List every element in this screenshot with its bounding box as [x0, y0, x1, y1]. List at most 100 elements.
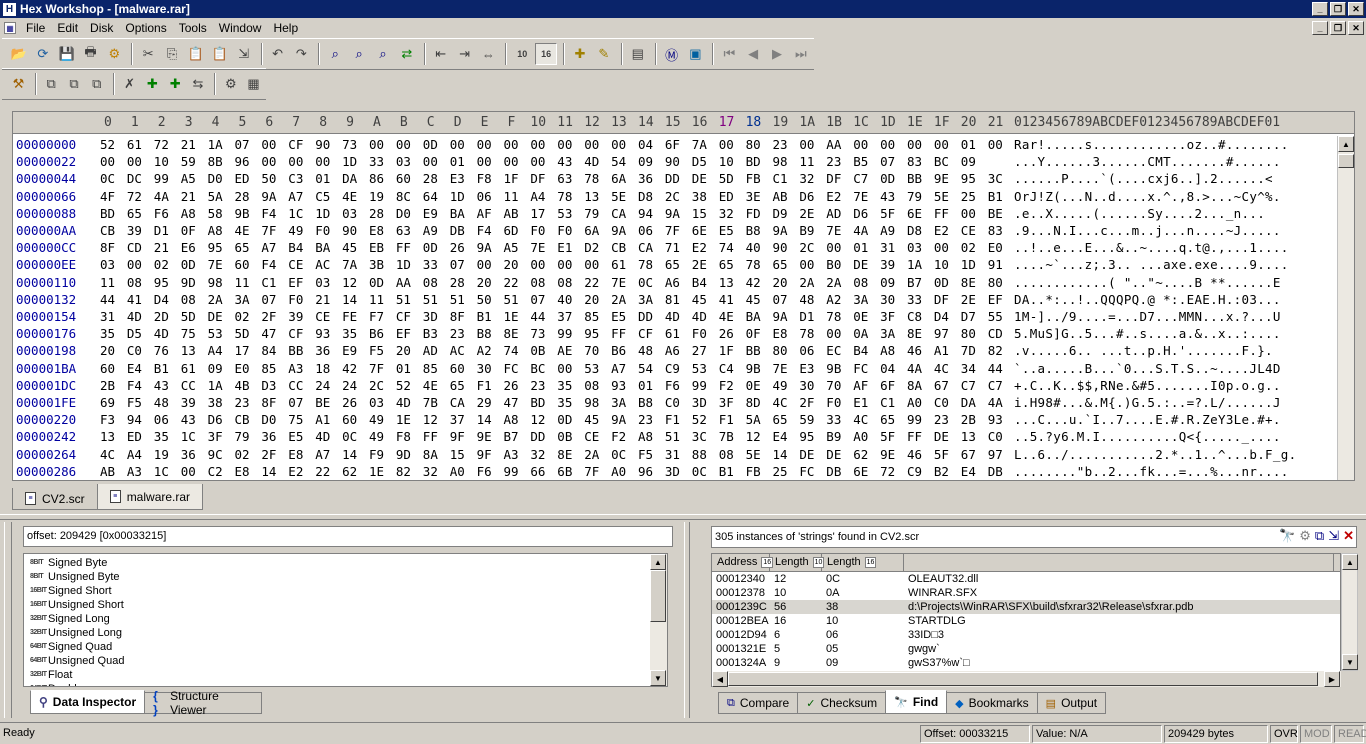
- bookmark-note-icon[interactable]: ✎: [593, 43, 615, 65]
- hex-byte[interactable]: 60: [235, 256, 250, 274]
- hex-byte[interactable]: 3A: [611, 394, 626, 412]
- hex-byte[interactable]: 7A: [692, 136, 707, 154]
- hex-byte[interactable]: 72: [127, 188, 142, 206]
- hex-byte[interactable]: 3B: [369, 256, 384, 274]
- hex-byte[interactable]: 21: [154, 239, 169, 257]
- hex-byte[interactable]: 4E: [342, 188, 357, 206]
- hex-byte[interactable]: 2E: [692, 256, 707, 274]
- hex-byte[interactable]: ED: [235, 170, 250, 188]
- hex-byte[interactable]: 20: [504, 256, 519, 274]
- hex-byte[interactable]: 90: [665, 153, 680, 171]
- hex-byte[interactable]: 1D: [315, 205, 330, 223]
- hex-row-ascii[interactable]: ..T..[B.{...0...0...1>....D..."Mg[.m: [1014, 480, 1296, 481]
- hex-byte[interactable]: 30: [880, 291, 895, 309]
- hex-byte[interactable]: 07: [261, 291, 276, 309]
- inspector-list[interactable]: 8BIT Signed Byte 8BIT Unsigned Byte 16BIT Sig…: [23, 553, 668, 687]
- hex-byte[interactable]: 27: [692, 342, 707, 360]
- hex-byte[interactable]: 95: [208, 239, 223, 257]
- hex-byte[interactable]: 5F: [880, 428, 895, 446]
- hex-byte[interactable]: 8A: [907, 377, 922, 395]
- hex-byte[interactable]: 6B: [557, 463, 572, 480]
- hex-byte[interactable]: 93: [988, 411, 1003, 429]
- hex-byte[interactable]: 3F: [880, 308, 895, 326]
- find-column-header[interactable]: Address 16: [712, 554, 774, 571]
- hex-byte[interactable]: 44: [988, 360, 1003, 378]
- hex-byte[interactable]: 35: [342, 325, 357, 343]
- hex-byte[interactable]: C8: [907, 308, 922, 326]
- replace-icon[interactable]: ⇄: [396, 43, 418, 65]
- hex-byte[interactable]: DB: [208, 480, 223, 481]
- hex-byte[interactable]: 79: [235, 428, 250, 446]
- hex-byte[interactable]: 4D: [154, 325, 169, 343]
- cut-icon[interactable]: ✂: [137, 43, 159, 65]
- tab-compare[interactable]: ⧉ Compare: [718, 692, 799, 714]
- hex-byte[interactable]: 48: [799, 291, 814, 309]
- hex-byte[interactable]: 4A: [853, 222, 868, 240]
- hex-byte[interactable]: 4E: [719, 308, 734, 326]
- hex-byte[interactable]: 25: [961, 188, 976, 206]
- find-results-table[interactable]: Address 16 Length 10 Length 16 00012340 12 0C OL…: [711, 553, 1341, 687]
- hex-byte[interactable]: F0: [692, 325, 707, 343]
- last-icon[interactable]: ⏭: [790, 43, 812, 65]
- hex-byte[interactable]: A7: [288, 188, 303, 206]
- hex-byte[interactable]: 15: [450, 446, 465, 464]
- hex-byte[interactable]: 35: [557, 394, 572, 412]
- hex-byte[interactable]: 54: [154, 480, 169, 481]
- hex-byte[interactable]: B8: [746, 222, 761, 240]
- hex-byte[interactable]: AE: [557, 342, 572, 360]
- hex-byte[interactable]: F0: [826, 394, 841, 412]
- hex-byte[interactable]: 0C: [611, 446, 626, 464]
- hex-byte[interactable]: 78: [557, 188, 572, 206]
- hex-byte[interactable]: 00: [799, 256, 814, 274]
- menu-tools[interactable]: Tools: [173, 21, 213, 35]
- hex-byte[interactable]: 3D: [665, 463, 680, 480]
- hex-byte[interactable]: CC: [181, 377, 196, 395]
- scroll-down-icon[interactable]: ▼: [650, 670, 666, 686]
- hex-byte[interactable]: 00: [450, 136, 465, 154]
- hex-byte[interactable]: BC: [934, 153, 949, 171]
- hex-byte[interactable]: CF: [638, 325, 653, 343]
- hex-byte[interactable]: 43: [880, 188, 895, 206]
- hex-byte[interactable]: 5E: [934, 188, 949, 206]
- hex-byte[interactable]: 2A: [826, 274, 841, 292]
- hex-row[interactable]: 000001BA 60 E4 B1 61 09 E0 85 A3 18 42 7F 01 85 60 30 FC…: [13, 360, 1333, 378]
- find-replace-icon[interactable]: ⚙: [1299, 528, 1311, 544]
- hex-byte[interactable]: 1E: [369, 463, 384, 480]
- hex-byte[interactable]: 1D: [342, 153, 357, 171]
- hex-byte[interactable]: 26: [719, 325, 734, 343]
- hex-byte[interactable]: FF: [907, 428, 922, 446]
- hex-byte[interactable]: 3A: [235, 291, 250, 309]
- hex-byte[interactable]: 67: [907, 480, 922, 481]
- hex-byte[interactable]: 5D: [181, 308, 196, 326]
- hex-byte[interactable]: 7E: [208, 256, 223, 274]
- hex-byte[interactable]: 00: [477, 153, 492, 171]
- hex-byte[interactable]: 43: [181, 411, 196, 429]
- hex-byte[interactable]: 21: [315, 291, 330, 309]
- doc-system-icon[interactable]: ▦: [4, 22, 16, 34]
- hex-byte[interactable]: 95: [154, 274, 169, 292]
- hex-byte[interactable]: 33: [826, 411, 841, 429]
- hex-byte[interactable]: F5: [369, 342, 384, 360]
- hex-byte[interactable]: FE: [342, 308, 357, 326]
- copy-compare-icon[interactable]: ⧉: [64, 73, 85, 95]
- hex-row-ascii[interactable]: .v.....6.. ...t..p.H.'.......F.}.: [1014, 342, 1273, 360]
- find-result-row[interactable]: 0001239C 56 38 d:\Projects\WinRAR\SFX\build…: [712, 600, 1340, 614]
- hex-byte[interactable]: 39: [880, 256, 895, 274]
- hex-byte[interactable]: E2: [826, 188, 841, 206]
- hex-byte[interactable]: 51: [396, 291, 411, 309]
- hex-byte[interactable]: 00: [880, 136, 895, 154]
- hex-byte[interactable]: 33: [907, 291, 922, 309]
- hex-byte[interactable]: D0: [208, 170, 223, 188]
- hex-byte[interactable]: B4: [288, 239, 303, 257]
- hex-byte[interactable]: C3: [288, 170, 303, 188]
- hex-byte[interactable]: 99: [504, 463, 519, 480]
- hex-byte[interactable]: 52: [100, 136, 115, 154]
- hex-byte[interactable]: 55: [988, 308, 1003, 326]
- hex-byte[interactable]: 00: [853, 136, 868, 154]
- hex-byte[interactable]: 0C: [692, 463, 707, 480]
- hex-byte[interactable]: E9: [342, 342, 357, 360]
- hex-byte[interactable]: 08: [181, 291, 196, 309]
- hex-byte[interactable]: 83: [988, 222, 1003, 240]
- hex-byte[interactable]: A9: [423, 222, 438, 240]
- hex-byte[interactable]: 15: [692, 205, 707, 223]
